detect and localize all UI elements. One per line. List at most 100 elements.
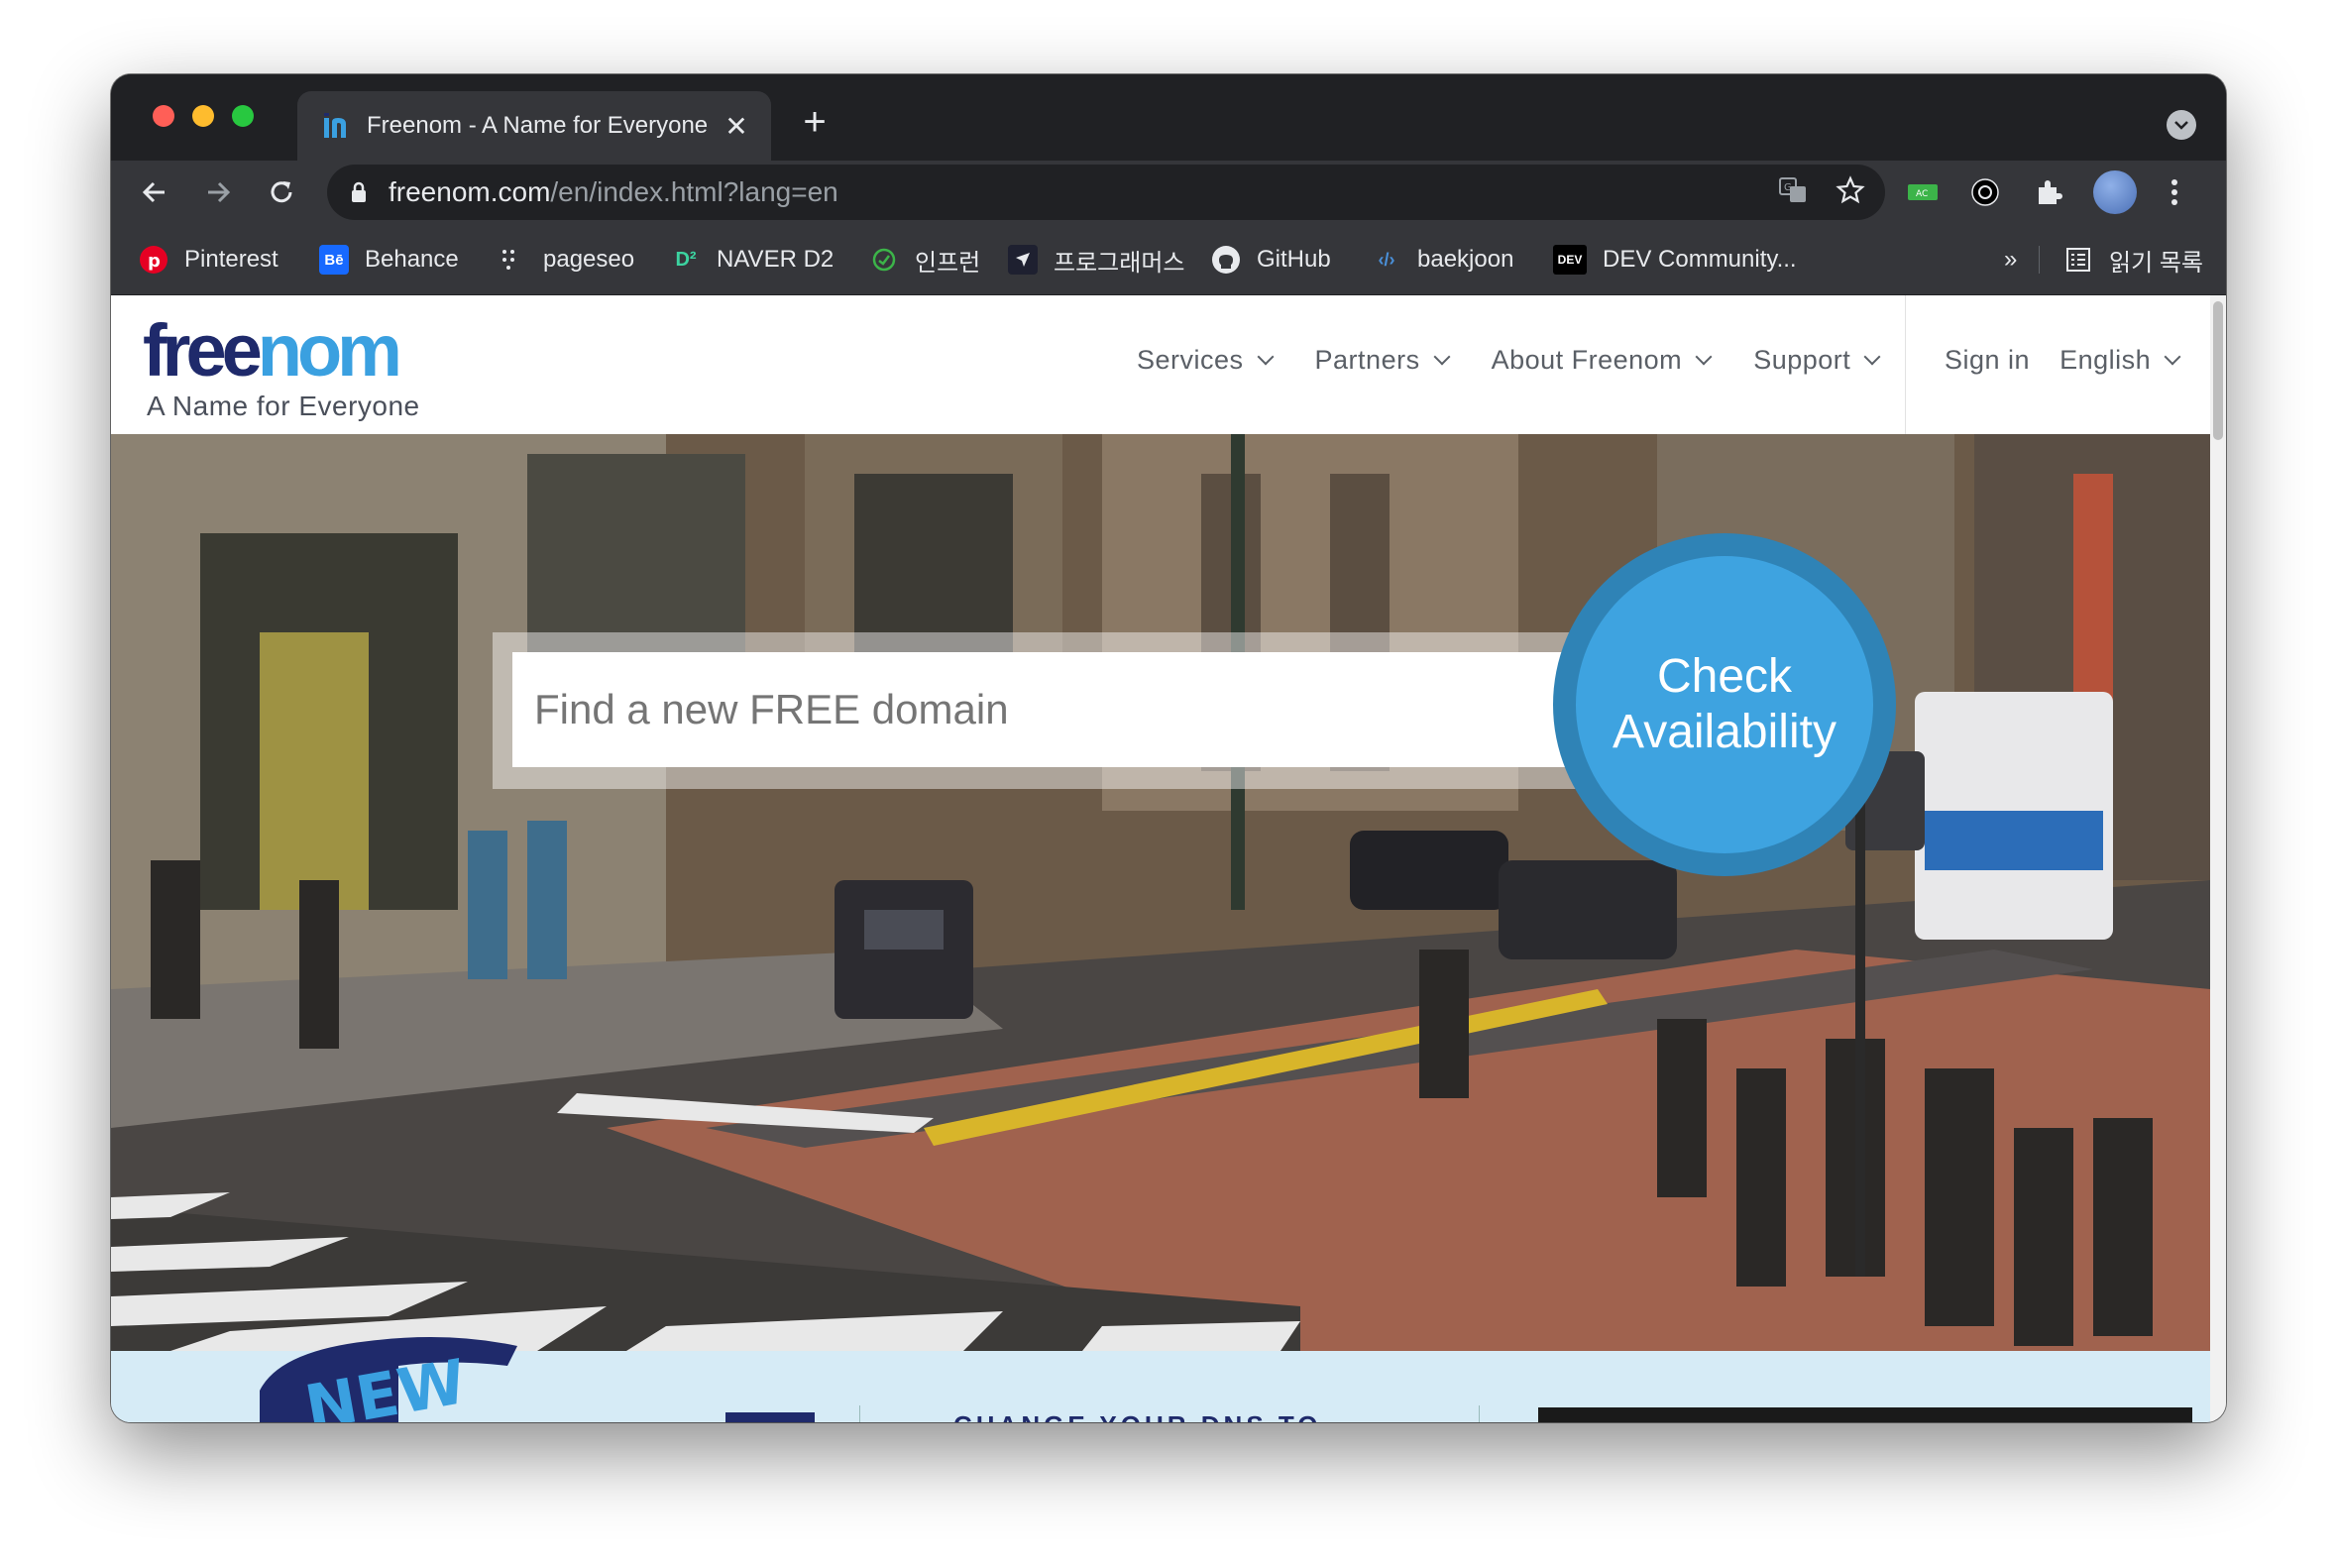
logo-free: free [143, 309, 263, 392]
bookmark-label: GitHub [1257, 246, 1331, 273]
bookmark-star-icon[interactable] [1836, 174, 1865, 210]
domain-search-input[interactable] [512, 652, 1583, 767]
bookmarks-overflow-button[interactable]: » [2004, 242, 2017, 278]
nav-divider [1905, 295, 1906, 434]
bookmark-behance[interactable]: Bē Behance [319, 242, 459, 278]
page-scrollbar[interactable] [2210, 295, 2226, 1422]
back-arrow-icon[interactable] [137, 174, 172, 210]
chevron-down-icon [1863, 348, 1881, 365]
bookmark-label: Pinterest [184, 246, 278, 273]
chevron-down-icon [2164, 348, 2181, 365]
nav-about-freenom[interactable]: About Freenom [1491, 345, 1713, 376]
address-bar[interactable]: freenom.com/en/index.html?lang=en G [327, 165, 1885, 220]
hero-street-photo [111, 434, 2210, 1351]
forward-arrow-icon[interactable] [200, 174, 236, 210]
account-nav: Sign in English [1945, 345, 2181, 376]
ac-extension-icon[interactable]: AC [1905, 174, 1941, 210]
logo-tagline: A Name for Everyone [147, 391, 420, 421]
bookmark-dev-community[interactable]: DEV DEV Community... [1553, 242, 1797, 278]
reading-list-icon [2063, 245, 2093, 275]
openai-extension-icon[interactable] [1967, 174, 2003, 210]
inflearn-icon [869, 245, 899, 275]
minimize-window-button[interactable] [192, 105, 214, 127]
check-availability-button[interactable]: Check Availability [1576, 556, 1873, 853]
pageseo-icon [498, 245, 527, 275]
nav-label: Partners [1314, 345, 1420, 375]
bookmark-pinterest[interactable]: p Pinterest [139, 242, 278, 278]
tab-search-icon[interactable] [2167, 110, 2196, 140]
partial-heading-fragment [725, 1412, 815, 1422]
promo-divider [859, 1405, 860, 1422]
bookmark-label: baekjoon [1417, 246, 1514, 273]
reading-list-button[interactable]: 읽기 목록 [2063, 242, 2203, 278]
translate-icon[interactable]: G [1778, 175, 1808, 210]
web-page: freenom A Name for Everyone Services Par… [111, 295, 2226, 1422]
bookmark-label: 인프런 [915, 249, 981, 277]
lock-icon[interactable] [347, 178, 371, 206]
nav-label: Services [1137, 345, 1244, 375]
freenom-favicon-icon [321, 111, 351, 141]
scrollbar-thumb[interactable] [2213, 301, 2223, 440]
bookmark-programmers[interactable]: 프로그래머스 [1008, 242, 1184, 278]
language-selector[interactable]: English [2059, 345, 2181, 376]
promo-dark-panel [1538, 1407, 2192, 1422]
cta-line-1: Check [1656, 650, 1793, 703]
chevron-down-icon [1433, 348, 1451, 365]
browser-menu-icon[interactable] [2157, 174, 2192, 210]
ac-extension-label: AC [1916, 189, 1928, 199]
url-text: freenom.com/en/index.html?lang=en [389, 176, 838, 208]
bookmark-baekjoon[interactable]: ‹/› baekjoon [1372, 242, 1514, 278]
tab-title: Freenom - A Name for Everyone [367, 112, 709, 139]
cta-line-2: Availability [1613, 706, 1836, 758]
browser-window: Freenom - A Name for Everyone ✕ + freeno… [111, 74, 2226, 1422]
nav-label: About Freenom [1491, 345, 1683, 375]
pinterest-icon: p [139, 245, 168, 275]
bookmark-naver-d2[interactable]: D² NAVER D2 [671, 242, 834, 278]
bookmarks-bar: p Pinterest Bē Behance pageseo D² NAVER … [111, 224, 2226, 295]
extensions-puzzle-icon[interactable] [2031, 174, 2066, 210]
hero-section: Check Availability [111, 434, 2210, 1351]
nav-label: Support [1753, 345, 1851, 375]
close-window-button[interactable] [153, 105, 174, 127]
behance-icon: Bē [319, 245, 349, 275]
profile-avatar[interactable] [2093, 170, 2137, 214]
bookmark-label: DEV Community... [1603, 246, 1797, 273]
promo-divider [1479, 1405, 1480, 1422]
tab-close-icon[interactable]: ✕ [722, 110, 751, 143]
chevron-down-icon [1695, 348, 1713, 365]
reload-icon[interactable] [264, 174, 299, 210]
github-icon [1211, 245, 1241, 275]
language-label: English [2059, 345, 2152, 375]
bookmark-inflearn[interactable]: 인프런 [869, 242, 980, 278]
nav-partners[interactable]: Partners [1314, 345, 1451, 376]
url-path: /en/index.html?lang=en [550, 176, 838, 207]
site-header: freenom A Name for Everyone Services Par… [111, 295, 2226, 434]
naver-d2-icon: D² [675, 248, 697, 271]
bookmark-label: pageseo [543, 246, 635, 273]
logo-nom: nom [257, 309, 402, 392]
bookmark-github[interactable]: GitHub [1211, 242, 1331, 278]
svg-text:G: G [1784, 182, 1792, 193]
dns-heading: CHANGE YOUR DNS TO [953, 1410, 1399, 1422]
chevron-down-icon [1257, 348, 1275, 365]
dns-heading-text: CHANGE YOUR DNS TO [953, 1410, 1399, 1422]
dev-icon: DEV [1553, 245, 1587, 275]
bookmark-pageseo[interactable]: pageseo [498, 242, 634, 278]
baekjoon-icon: ‹/› [1378, 249, 1395, 270]
freenom-logo[interactable]: freenom A Name for Everyone [143, 313, 420, 422]
svg-text:p: p [148, 251, 161, 272]
maximize-window-button[interactable] [232, 105, 254, 127]
reading-list-label: 읽기 목록 [2109, 249, 2203, 277]
new-badge: NEW [260, 1337, 517, 1422]
nav-services[interactable]: Services [1137, 345, 1275, 376]
new-tab-button[interactable]: + [795, 102, 835, 142]
programmers-icon [1008, 245, 1038, 275]
main-nav: Services Partners About Freenom Support [1137, 345, 1881, 376]
sign-in-link[interactable]: Sign in [1945, 345, 2030, 376]
bookmarks-divider [2039, 246, 2040, 274]
url-host: freenom.com [389, 176, 551, 207]
tab-freenom[interactable]: Freenom - A Name for Everyone ✕ [297, 91, 771, 161]
bookmark-label: NAVER D2 [717, 246, 835, 273]
nav-support[interactable]: Support [1753, 345, 1881, 376]
promo-strip: NEW CHANGE YOUR DNS TO [111, 1337, 2210, 1422]
